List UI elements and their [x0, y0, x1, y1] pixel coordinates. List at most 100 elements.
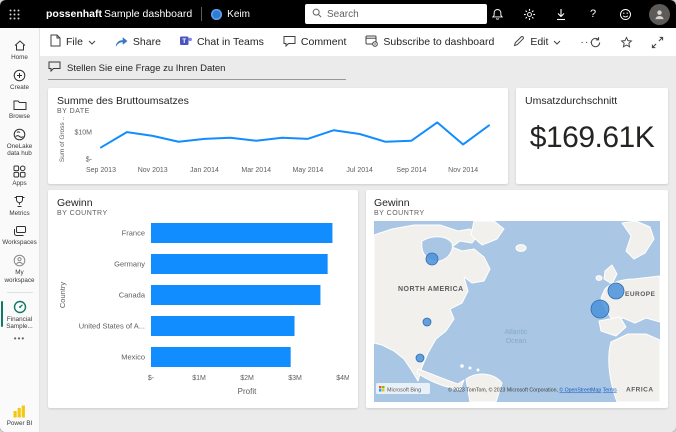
- svg-text:$3M: $3M: [288, 375, 302, 382]
- chat-label: Chat in Teams: [197, 36, 264, 48]
- edit-label: Edit: [530, 36, 548, 48]
- subscribe-button[interactable]: Subscribe to dashboard: [365, 35, 494, 50]
- sidebar-item-apps[interactable]: Apps: [0, 162, 40, 192]
- sidebar-divider: [7, 292, 33, 293]
- sidebar-item-home[interactable]: Home: [0, 36, 40, 66]
- sidebar-item-onelake-data-hub[interactable]: OneLake data hub: [0, 125, 40, 163]
- dashboard-canvas: Stellen Sie eine Frage zu Ihren Daten Su…: [40, 56, 676, 432]
- notifications-bell-icon[interactable]: [489, 6, 505, 22]
- sidebar-item-metrics[interactable]: Metrics: [0, 192, 40, 222]
- tile-revenue-average-kpi[interactable]: Umsatzdurchschnitt $169.61K: [516, 88, 668, 184]
- share-icon: [115, 35, 128, 50]
- tile-title: Gewinn: [374, 197, 660, 209]
- tile-title: Gewinn: [57, 197, 349, 209]
- chat-in-teams-button[interactable]: T Chat in Teams: [180, 35, 264, 50]
- svg-text:$2M: $2M: [240, 375, 254, 382]
- subscribe-icon: [365, 35, 378, 50]
- qna-input[interactable]: Stellen Sie eine Frage zu Ihren Daten: [48, 61, 346, 80]
- svg-text:Sep 2013: Sep 2013: [86, 167, 116, 174]
- tile-subtitle: BY DATE: [57, 108, 499, 115]
- file-label: File: [66, 36, 83, 48]
- svg-text:Microsoft Bing: Microsoft Bing: [387, 388, 421, 394]
- account-avatar[interactable]: [649, 4, 670, 25]
- svg-text:Country: Country: [58, 282, 67, 309]
- feedback-smiley-icon[interactable]: [617, 6, 633, 22]
- sensitivity-badge[interactable]: Keim: [211, 9, 250, 20]
- svg-text:EUROPE: EUROPE: [625, 291, 656, 298]
- bar-chart: FranceGermanyCanadaUnited States of A...…: [57, 217, 349, 399]
- settings-gear-icon[interactable]: [521, 6, 537, 22]
- tile-profit-by-country-map[interactable]: Gewinn BY COUNTRY: [366, 190, 668, 408]
- svg-text:Germany: Germany: [114, 260, 145, 269]
- left-nav-sidebar: Home Create Browse OneLake data hub Apps…: [0, 28, 40, 432]
- sidebar-item-browse[interactable]: Browse: [0, 96, 40, 125]
- tile-subtitle: BY COUNTRY: [374, 210, 660, 217]
- powerbi-window: possenhaft Sample dashboard Keim Search …: [0, 0, 676, 432]
- search-placeholder: Search: [327, 9, 359, 20]
- bubble-canada[interactable]: [426, 253, 438, 265]
- app-brand[interactable]: possenhaft: [46, 8, 102, 20]
- search-input[interactable]: Search: [305, 4, 487, 24]
- bubble-map[interactable]: NORTH AMERICA EUROPE AFRICA Atlantic Ocean © …: [374, 221, 660, 402]
- search-icon: [312, 8, 322, 21]
- help-icon[interactable]: ?: [585, 6, 601, 22]
- file-menu-button[interactable]: File: [50, 34, 96, 50]
- powerbi-logo: Power BI: [7, 405, 33, 432]
- sidebar-more-icon[interactable]: •••: [14, 334, 25, 343]
- tile-profit-by-country-bar[interactable]: Gewinn BY COUNTRY FranceGermanyCanadaUni…: [48, 190, 358, 408]
- svg-text:United States of A...: United States of A...: [79, 322, 145, 331]
- svg-text:Profit: Profit: [238, 387, 257, 396]
- tile-gross-sales-line[interactable]: Summe des Bruttoumsatzes BY DATE $-$10MS…: [48, 88, 508, 184]
- svg-text:Mar 2014: Mar 2014: [241, 167, 271, 174]
- download-icon[interactable]: [553, 6, 569, 22]
- svg-text:Atlantic: Atlantic: [505, 329, 528, 336]
- favorite-star-icon[interactable]: [619, 35, 633, 49]
- svg-text:© 2023 TomTom, © 2023 Microsof: © 2023 TomTom, © 2023 Microsoft Corporat…: [448, 387, 617, 394]
- svg-text:$-: $-: [86, 157, 93, 164]
- svg-text:Sep 2014: Sep 2014: [396, 167, 426, 174]
- svg-text:NORTH AMERICA: NORTH AMERICA: [398, 286, 464, 293]
- bubble-germany[interactable]: [608, 283, 624, 299]
- svg-text:May 2014: May 2014: [293, 167, 324, 174]
- svg-text:AFRICA: AFRICA: [626, 387, 654, 394]
- sensitivity-shield-icon: [211, 9, 222, 20]
- svg-text:T: T: [182, 38, 186, 45]
- waffle-menu-icon[interactable]: [0, 0, 28, 28]
- svg-text:$-: $-: [148, 375, 155, 382]
- top-app-bar: possenhaft Sample dashboard Keim Search …: [0, 0, 676, 28]
- bubble-france[interactable]: [591, 300, 609, 318]
- chevron-down-icon: [553, 40, 561, 45]
- bing-logo[interactable]: Microsoft Bing: [376, 383, 430, 394]
- fullscreen-expand-icon[interactable]: [650, 35, 664, 49]
- share-button[interactable]: Share: [115, 35, 161, 50]
- line-chart: $- $10M Sum of Gross .. Sep 2013 Nov 2013 Jan…: [57, 115, 499, 175]
- svg-text:$10M: $10M: [74, 130, 92, 137]
- teams-icon: T: [180, 35, 192, 50]
- sidebar-item-create[interactable]: Create: [0, 66, 40, 96]
- comment-icon: [283, 35, 296, 50]
- svg-text:Ocean: Ocean: [506, 338, 527, 345]
- dashboard-toolbar: File Share T Chat in Teams Comment Subsc…: [40, 28, 676, 56]
- tile-title: Umsatzdurchschnitt: [525, 95, 659, 107]
- share-label: Share: [133, 36, 161, 48]
- bubble-united-states-of-america[interactable]: [423, 318, 431, 326]
- refresh-icon[interactable]: [588, 35, 602, 49]
- sidebar-item-financial-sample[interactable]: Financial Sample...: [0, 297, 40, 336]
- sidebar-item-my-workspace[interactable]: My workspace: [0, 251, 40, 289]
- edit-button[interactable]: Edit: [513, 35, 561, 50]
- comment-label: Comment: [301, 36, 347, 48]
- qna-placeholder: Stellen Sie eine Frage zu Ihren Daten: [67, 63, 225, 74]
- bubble-mexico[interactable]: [416, 354, 424, 362]
- file-icon: [50, 34, 61, 50]
- svg-text:Canada: Canada: [119, 291, 146, 300]
- comment-button[interactable]: Comment: [283, 35, 347, 50]
- dashboard-title: Sample dashboard: [104, 8, 192, 20]
- sidebar-item-workspaces[interactable]: Workspaces: [0, 222, 40, 251]
- tile-subtitle: BY COUNTRY: [57, 210, 349, 217]
- svg-text:Jan 2014: Jan 2014: [190, 167, 219, 174]
- divider: [201, 7, 202, 21]
- svg-text:Sum of Gross ..: Sum of Gross ..: [59, 117, 66, 162]
- svg-text:$1M: $1M: [192, 375, 206, 382]
- svg-text:Nov 2013: Nov 2013: [138, 167, 168, 174]
- svg-text:Nov 2014: Nov 2014: [448, 167, 478, 174]
